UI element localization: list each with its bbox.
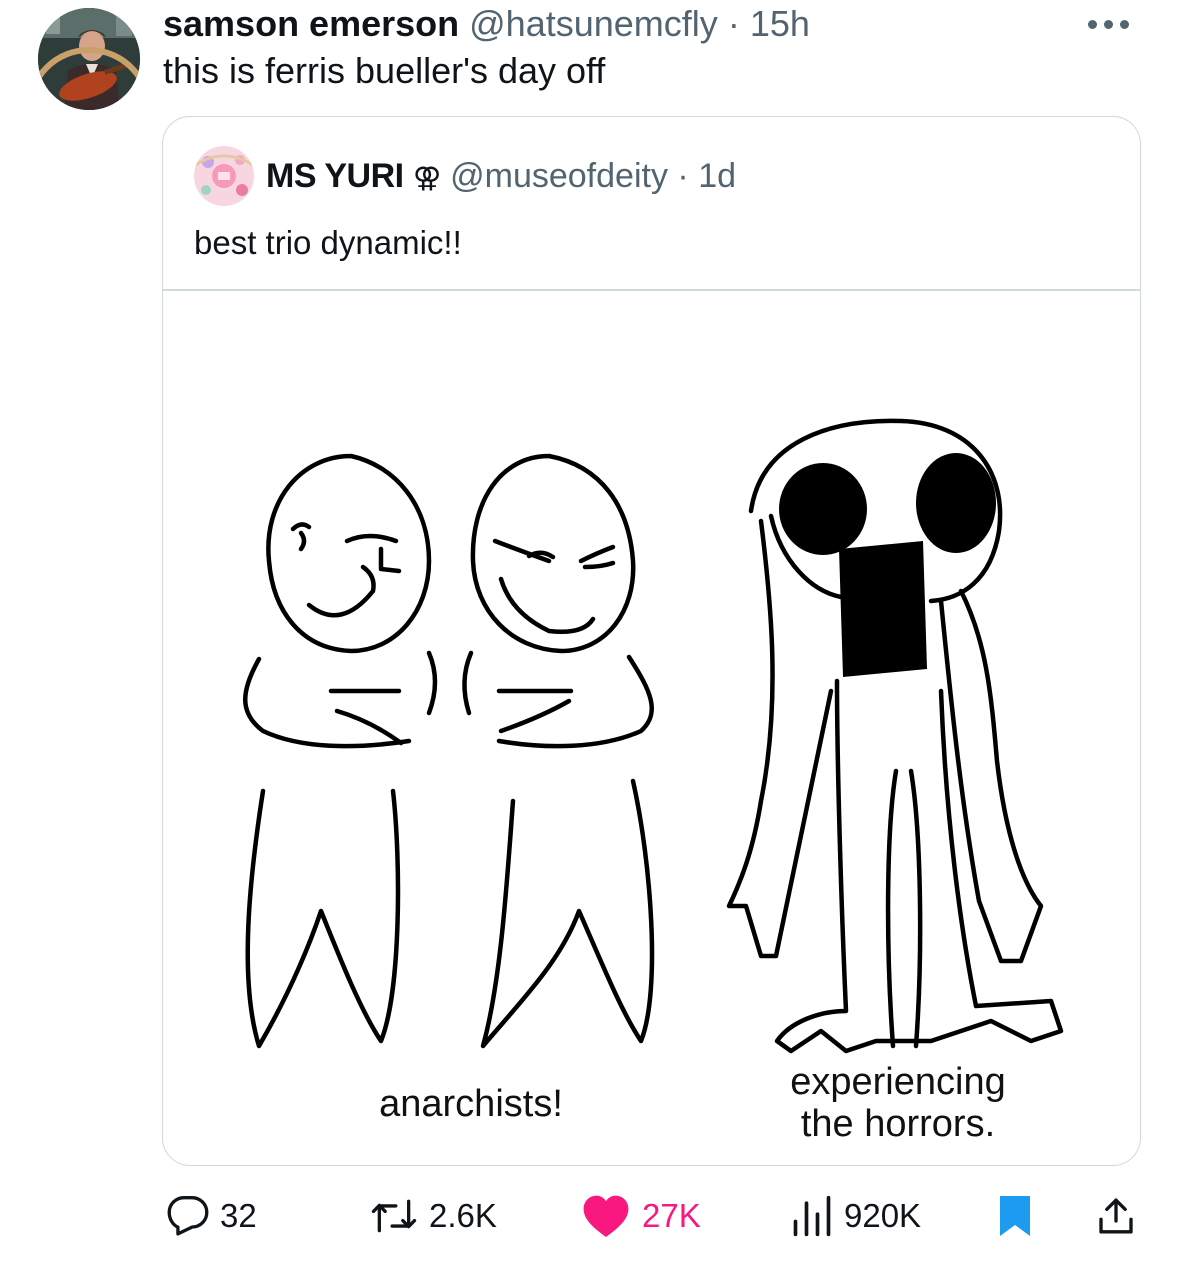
quoted-author-name[interactable]: MS YURI: [266, 157, 404, 195]
views-count: 920K: [844, 1197, 922, 1234]
meme-drawing: [243, 418, 1064, 1054]
like-button[interactable]: 27K: [580, 1178, 701, 1254]
lesbian-symbol: ⚢: [413, 162, 441, 193]
bookmark-icon: [1000, 1196, 1030, 1236]
caption-experiencing: experiencing the horrors.: [763, 1061, 1033, 1145]
quoted-author-avatar[interactable]: [194, 146, 254, 206]
quoted-tweet-image[interactable]: anarchists! experiencing the horrors.: [163, 291, 1139, 1165]
quoted-tweet-card[interactable]: MS YURI ⚢ @museofdeity · 1d best trio dy…: [162, 116, 1141, 1166]
dot-separator: ·: [677, 157, 689, 195]
tweet-author-line: samson emerson @hatsunemcfly · 15h: [163, 2, 810, 46]
retweet-icon: [371, 1199, 417, 1233]
profile-photo-icon: [38, 8, 140, 110]
share-icon: [1099, 1198, 1133, 1234]
more-options-icon[interactable]: [1088, 14, 1140, 34]
views-button[interactable]: 920K: [790, 1178, 921, 1254]
like-count: 27K: [642, 1197, 701, 1234]
tweet-time[interactable]: 15h: [750, 3, 810, 44]
dot-separator: ·: [727, 3, 740, 44]
views-chart-icon: [793, 1195, 831, 1237]
quoted-tweet-text: best trio dynamic!!: [194, 224, 462, 261]
reply-button[interactable]: 32: [166, 1178, 257, 1254]
reply-count: 32: [220, 1197, 257, 1234]
retweet-count: 2.6K: [429, 1197, 497, 1234]
caption-anarchists: anarchists!: [379, 1083, 563, 1125]
pink-avatar-icon: [194, 146, 254, 206]
caption-experiencing-line2: the horrors.: [800, 1103, 996, 1145]
quoted-tweet-time[interactable]: 1d: [698, 157, 736, 195]
bookmark-button[interactable]: [998, 1178, 1032, 1254]
caption-experiencing-line1: experiencing: [790, 1061, 1006, 1103]
anarchist-left-figure: [243, 453, 438, 1049]
quoted-author-handle[interactable]: @museofdeity: [450, 157, 668, 195]
heart-icon: [583, 1195, 629, 1237]
tweet-text: this is ferris bueller's day off: [163, 50, 606, 91]
anarchist-right-figure: [462, 453, 655, 1049]
share-button[interactable]: [1096, 1178, 1136, 1254]
author-avatar[interactable]: [38, 8, 140, 110]
author-name[interactable]: samson emerson: [163, 3, 459, 44]
author-handle[interactable]: @hatsunemcfly: [469, 3, 718, 44]
horrors-figure: [726, 418, 1064, 1054]
tweet-action-bar: 32 2.6K 27K 920K: [0, 1178, 1179, 1254]
retweet-button[interactable]: 2.6K: [369, 1178, 497, 1254]
reply-icon: [167, 1196, 209, 1236]
quoted-author-line: MS YURI ⚢ @museofdeity · 1d: [266, 154, 736, 200]
